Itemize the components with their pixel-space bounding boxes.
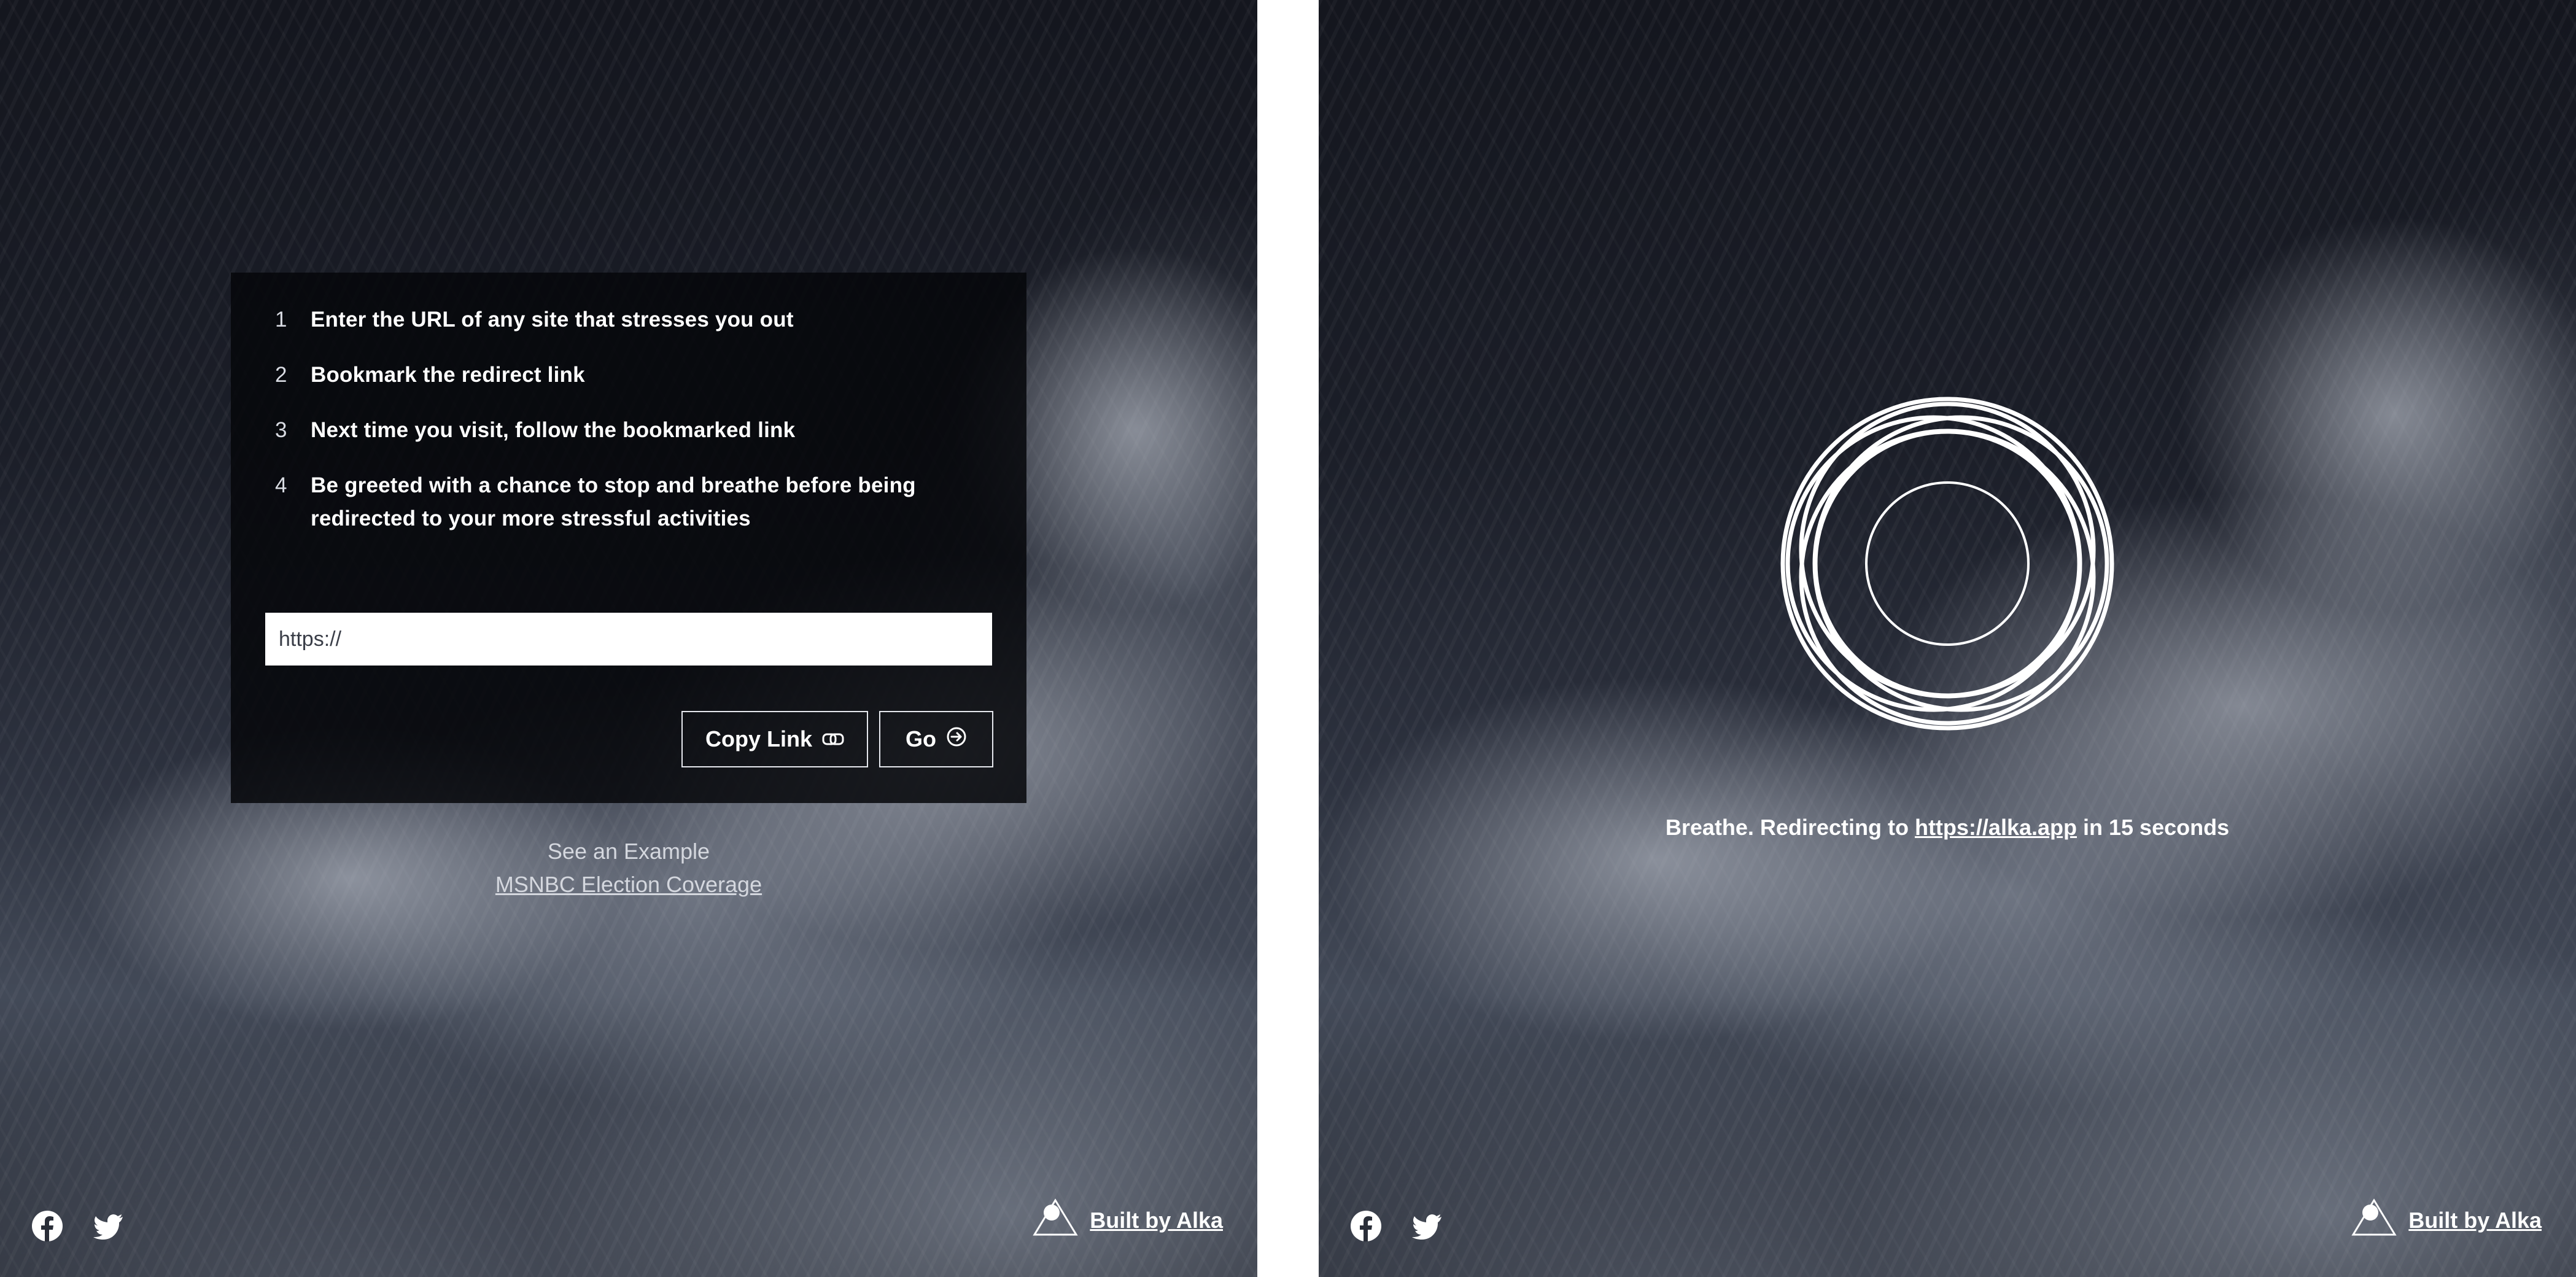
- copy-link-label: Copy Link: [705, 726, 812, 751]
- step-number: 2: [275, 363, 287, 387]
- step-text: Be greeted with a chance to stop and bre…: [311, 473, 916, 530]
- redirect-countdown: in 15 seconds: [2083, 815, 2230, 840]
- step-text: Enter the URL of any site that stresses …: [311, 308, 794, 332]
- right-panel: Breathe. Redirecting to https://alka.app…: [1319, 0, 2576, 1277]
- built-by-link[interactable]: Built by Alka: [1090, 1208, 1223, 1233]
- breathing-rings-icon: [1780, 397, 2114, 731]
- step-item: 1 Enter the URL of any site that stresse…: [275, 303, 981, 336]
- url-input[interactable]: [265, 613, 992, 666]
- step-number: 3: [275, 418, 287, 442]
- example-title: See an Example: [547, 839, 710, 864]
- twitter-icon[interactable]: [1411, 1209, 1444, 1243]
- step-number: 1: [275, 308, 287, 332]
- step-item: 4 Be greeted with a chance to stop and b…: [275, 469, 981, 535]
- step-item: 2 Bookmark the redirect link: [275, 359, 981, 392]
- social-links: [1349, 1209, 1444, 1243]
- left-panel: 1 Enter the URL of any site that stresse…: [0, 0, 1257, 1277]
- redirect-message: Breathe. Redirecting to https://alka.app…: [1319, 809, 2576, 846]
- step-number: 4: [275, 473, 287, 497]
- built-by-alka[interactable]: Built by Alka: [1032, 1198, 1223, 1243]
- step-text: Next time you visit, follow the bookmark…: [311, 418, 796, 442]
- example-link[interactable]: MSNBC Election Coverage: [495, 872, 762, 897]
- social-links: [31, 1209, 125, 1243]
- example-section: See an Example MSNBC Election Coverage: [0, 835, 1257, 901]
- alka-logo-icon: [2351, 1198, 2397, 1243]
- redirect-prefix: Breathe. Redirecting to: [1665, 815, 1909, 840]
- facebook-icon[interactable]: [31, 1209, 64, 1243]
- built-by-link[interactable]: Built by Alka: [2408, 1208, 2542, 1233]
- alka-logo-icon: [1032, 1198, 1079, 1243]
- step-item: 3 Next time you visit, follow the bookma…: [275, 414, 981, 447]
- instructions-card: 1 Enter the URL of any site that stresse…: [231, 273, 1026, 803]
- steps-list: 1 Enter the URL of any site that stresse…: [275, 303, 981, 557]
- redirect-link[interactable]: https://alka.app: [1915, 815, 2077, 840]
- go-label: Go: [906, 726, 936, 751]
- facebook-icon[interactable]: [1349, 1209, 1383, 1243]
- arrow-circle-right-icon: [946, 726, 967, 753]
- built-by-alka[interactable]: Built by Alka: [2351, 1198, 2542, 1243]
- copy-link-button[interactable]: Copy Link: [681, 711, 868, 767]
- link-icon: [822, 726, 844, 752]
- wave-foam: [2178, 215, 2576, 614]
- twitter-icon[interactable]: [92, 1209, 125, 1243]
- go-button[interactable]: Go: [879, 711, 993, 767]
- step-text: Bookmark the redirect link: [311, 363, 585, 387]
